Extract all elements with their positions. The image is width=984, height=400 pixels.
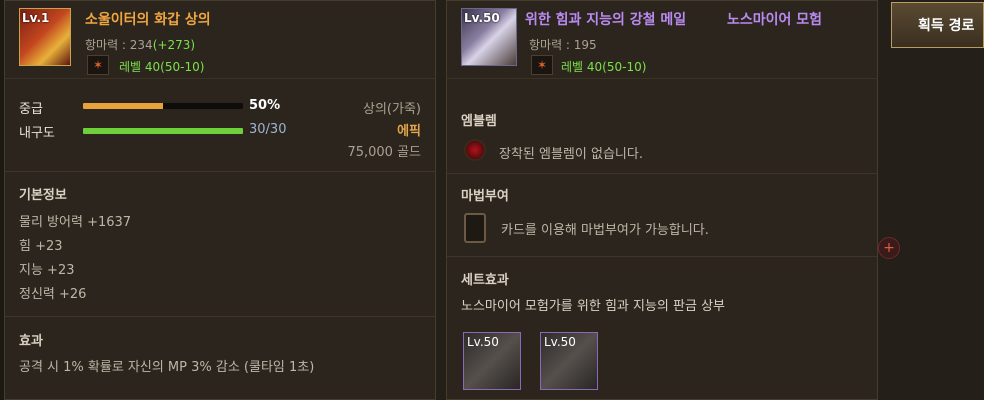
resist-bonus: (+273) bbox=[152, 38, 196, 52]
grade-percent: 50% bbox=[249, 98, 281, 113]
resist-stat: 항마력 : 195 bbox=[529, 38, 597, 52]
plus-icon[interactable]: + bbox=[878, 237, 900, 259]
divider bbox=[447, 256, 877, 257]
flame-icon: ✶ bbox=[87, 55, 109, 75]
divider bbox=[5, 316, 435, 317]
background-strip-mid bbox=[436, 0, 446, 400]
card-slot-icon[interactable] bbox=[464, 213, 486, 243]
enchant-text: 카드를 이용해 마법부여가 가능합니다. bbox=[501, 223, 709, 238]
tooltip-header: Lv.1 소울이터의 화갑 상의 항마력 : 234(+273) ✶ 레벨 40… bbox=[5, 1, 435, 79]
tooltip-header: Lv.50 위한 힘과 지능의 강철 메일 노스마이어 모험 항마력 : 195… bbox=[447, 1, 877, 79]
emblem-slot-icon[interactable] bbox=[464, 139, 486, 161]
acquire-route-button[interactable]: 획득 경로 bbox=[891, 2, 984, 48]
divider bbox=[5, 171, 435, 172]
item-name: 소울이터의 화갑 상의 bbox=[85, 12, 211, 28]
item-icon: Lv.1 bbox=[19, 8, 71, 66]
item-name-extra: 노스마이어 모험 bbox=[727, 12, 823, 28]
durability-bar-fill bbox=[83, 128, 243, 134]
resist-stat: 항마력 : 234(+273) bbox=[85, 36, 195, 53]
flame-icon: ✶ bbox=[531, 55, 553, 75]
resist-label: 항마력 : 234 bbox=[85, 38, 153, 52]
item-name: 위한 힘과 지능의 강철 메일 bbox=[525, 12, 687, 28]
emblem-heading: 엠블렘 bbox=[461, 114, 497, 129]
item-level-badge: Lv.1 bbox=[22, 11, 50, 25]
item-icon: Lv.50 bbox=[461, 8, 517, 66]
set-effect-heading: 세트효과 bbox=[461, 273, 509, 288]
set-item-shoulder-armor-icon[interactable]: Lv.50 bbox=[540, 332, 598, 390]
background-strip-right bbox=[878, 0, 984, 400]
stat-line: 정신력 +26 bbox=[19, 287, 87, 302]
rarity: 에픽 bbox=[397, 124, 421, 139]
divider bbox=[447, 173, 877, 174]
durability-text: 30/30 bbox=[249, 122, 287, 137]
effect-text: 공격 시 1% 확률로 자신의 MP 3% 감소 (쿨타임 1초) bbox=[19, 360, 315, 375]
basic-info-heading: 기본정보 bbox=[19, 188, 67, 203]
durability-bar bbox=[83, 128, 243, 134]
level-requirement: 레벨 40(50-10) bbox=[119, 60, 205, 74]
enchant-heading: 마법부여 bbox=[461, 189, 509, 204]
right-item-tooltip: Lv.50 위한 힘과 지능의 강철 메일 노스마이어 모험 항마력 : 195… bbox=[446, 0, 878, 400]
item-type: 상의(가죽) bbox=[363, 102, 421, 117]
stat-line: 힘 +23 bbox=[19, 239, 63, 254]
price: 75,000 골드 bbox=[347, 145, 421, 160]
item-level-badge: Lv.50 bbox=[464, 11, 500, 25]
grade-bar bbox=[83, 103, 243, 109]
stat-line: 물리 방어력 +1637 bbox=[19, 215, 132, 230]
effect-heading: 효과 bbox=[19, 334, 43, 349]
set-item-gauntlet-icon[interactable]: Lv.50 bbox=[463, 332, 521, 390]
grade-label: 중급 bbox=[19, 102, 43, 117]
left-item-tooltip: Lv.1 소울이터의 화갑 상의 항마력 : 234(+273) ✶ 레벨 40… bbox=[4, 0, 436, 400]
emblem-text: 장착된 엠블렘이 없습니다. bbox=[499, 147, 643, 162]
set-item-level: Lv.50 bbox=[467, 335, 499, 349]
durability-label: 내구도 bbox=[19, 126, 55, 141]
set-name: 노스마이어 모험가를 위한 힘과 지능의 판금 상부 bbox=[461, 299, 725, 314]
stat-line: 지능 +23 bbox=[19, 263, 75, 278]
level-requirement: 레벨 40(50-10) bbox=[561, 60, 647, 74]
set-item-level: Lv.50 bbox=[544, 335, 576, 349]
grade-bar-fill bbox=[83, 103, 163, 109]
